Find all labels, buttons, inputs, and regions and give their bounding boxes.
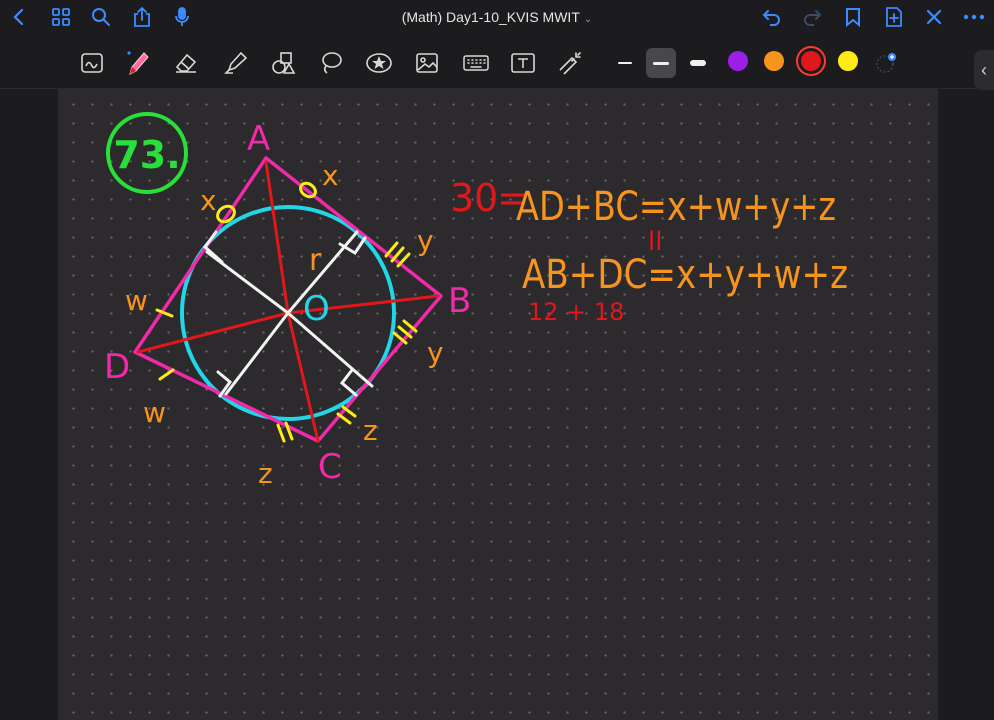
highlighter-icon[interactable] [221, 48, 251, 78]
image-icon[interactable] [412, 48, 442, 78]
bookmark-icon[interactable] [840, 4, 866, 30]
add-page-icon[interactable] [881, 4, 907, 30]
add-color-icon[interactable] [875, 48, 899, 78]
eraser-icon[interactable] [171, 48, 201, 78]
shapes-icon[interactable] [268, 48, 298, 78]
title-chevron-down-icon[interactable]: ⌄ [584, 14, 592, 25]
more-icon[interactable] [961, 4, 987, 30]
sidebar-collapse-chevron-icon[interactable]: ‹ [974, 50, 994, 90]
lasso-text-icon[interactable] [77, 48, 107, 78]
text-box-icon[interactable] [508, 48, 538, 78]
color-swatch-yellow[interactable] [838, 51, 858, 71]
document-title-text[interactable]: (Math) Day1-10_KVIS MWIT [402, 9, 580, 25]
close-icon[interactable] [921, 4, 947, 30]
top-bar: (Math) Day1-10_KVIS MWIT ⌄ [0, 0, 994, 34]
color-swatch-orange[interactable] [764, 51, 784, 71]
color-swatch-purple[interactable] [728, 51, 748, 71]
redo-icon[interactable] [799, 4, 825, 30]
pen-icon[interactable] [123, 48, 153, 78]
lasso-icon[interactable] [316, 48, 346, 78]
thick-stroke-button[interactable] [683, 48, 713, 78]
keyboard-icon[interactable] [461, 48, 491, 78]
laser-pointer-icon[interactable] [555, 48, 585, 78]
medium-stroke-button[interactable] [646, 48, 676, 78]
note-canvas[interactable] [58, 89, 938, 720]
sticker-icon[interactable] [364, 48, 394, 78]
color-swatch-red[interactable] [801, 51, 821, 71]
thin-stroke-button[interactable] [610, 48, 640, 78]
undo-icon[interactable] [759, 4, 785, 30]
